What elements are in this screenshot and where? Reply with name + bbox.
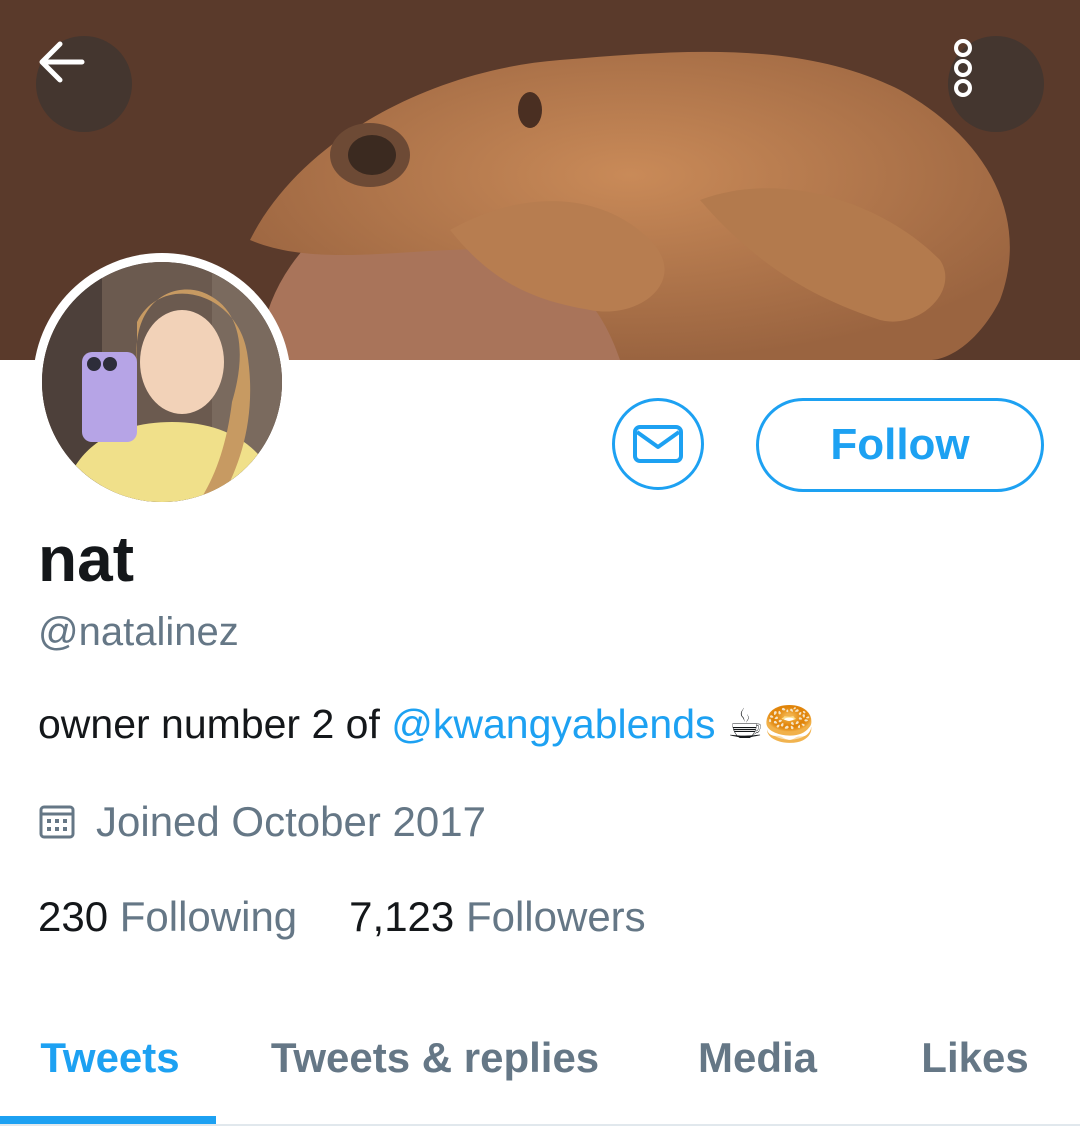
joined-date-row: Joined October 2017 <box>38 798 486 846</box>
display-name: nat <box>38 523 134 595</box>
arrow-left-icon <box>39 41 85 83</box>
message-button[interactable] <box>612 398 704 490</box>
following-link[interactable]: 230 Following <box>38 893 297 941</box>
mail-icon <box>633 425 683 463</box>
more-options-button[interactable] <box>948 36 1044 132</box>
profile-bio: owner number 2 of @kwangyablends ☕🥯 <box>38 700 815 749</box>
follow-stats: 230 Following 7,123 Followers <box>38 893 646 941</box>
profile-tabs: Tweets Tweets & replies Media Likes <box>0 1000 1080 1126</box>
followers-link[interactable]: 7,123 Followers <box>349 893 646 941</box>
following-label: Following <box>119 893 298 940</box>
tab-tweets-and-replies[interactable]: Tweets & replies <box>240 1000 630 1120</box>
more-vertical-icon <box>954 39 972 97</box>
follow-button[interactable]: Follow <box>756 398 1044 492</box>
user-handle: @natalinez <box>38 610 239 654</box>
joined-date: Joined October 2017 <box>96 798 486 845</box>
avatar-image <box>42 262 282 502</box>
bio-text: owner number 2 of <box>38 701 392 747</box>
tab-media[interactable]: Media <box>670 1000 845 1120</box>
tabs-divider <box>0 1124 1080 1126</box>
tab-likes[interactable]: Likes <box>895 1000 1055 1120</box>
bio-emoji: ☕🥯 <box>726 701 815 747</box>
followers-count: 7,123 <box>349 893 455 940</box>
calendar-icon <box>39 805 75 839</box>
back-button[interactable] <box>36 36 132 132</box>
tab-tweets[interactable]: Tweets <box>20 1000 200 1120</box>
profile-avatar[interactable] <box>33 253 291 511</box>
active-tab-indicator <box>0 1116 216 1124</box>
followers-label: Followers <box>465 893 646 940</box>
bio-mention-link[interactable]: @kwangyablends <box>391 701 715 747</box>
following-count: 230 <box>38 893 109 940</box>
